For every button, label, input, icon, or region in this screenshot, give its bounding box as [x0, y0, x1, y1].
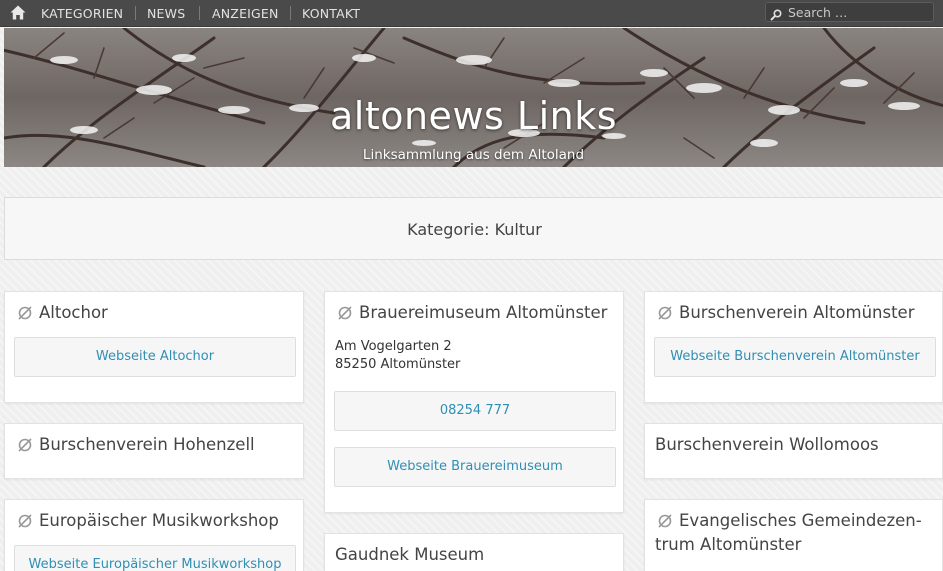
nav-separator [199, 6, 200, 20]
link-icon [337, 305, 353, 321]
card-title[interactable]: Burschenverein Hohenzell [39, 433, 255, 457]
nav-separator [290, 6, 291, 20]
card-title-line-2[interactable]: trum Altomünster [655, 533, 801, 557]
card-altochor: Altochor Webseite Altochor [4, 291, 304, 403]
card-gemeindezentrum: Evangelisches Gemeindezen- trum Altomüns… [644, 499, 943, 571]
card-brauereimuseum: Brauereimuseum Altomünster Am Vogelgarte… [324, 291, 624, 513]
link-icon [17, 437, 33, 453]
phone-button[interactable]: 08254 777 [334, 391, 616, 431]
link-icon [17, 513, 33, 529]
card-burschenverein-wollomoos: Burschenverein Wollomoos [644, 423, 943, 479]
link-icon [657, 305, 673, 321]
nav-item-anzeigen[interactable]: ANZEIGEN [212, 6, 279, 21]
category-header: Kategorie: Kultur [4, 197, 943, 260]
top-navigation-bar: KATEGORIEN NEWS ANZEIGEN KONTAKT [0, 0, 943, 27]
address-street: Am Vogelgarten 2 [335, 339, 452, 354]
card-title-line-1[interactable]: Evangelisches Gemeindezen- [679, 509, 922, 533]
website-button[interactable]: Webseite Europäischer Musikworkshop [14, 545, 296, 571]
header-banner: altonews Links Linksammlung aus dem Alto… [4, 28, 943, 167]
nav-item-news[interactable]: NEWS [147, 6, 185, 21]
card-title[interactable]: Europäischer Musikworkshop [39, 509, 279, 533]
page-title: Kategorie: Kultur [407, 220, 542, 239]
search-input[interactable] [788, 3, 928, 21]
nav-item-kontakt[interactable]: KONTAKT [302, 6, 360, 21]
card-title[interactable]: Gaudnek Museum [335, 543, 484, 567]
card-musikworkshop: Europäischer Musikworkshop Webseite Euro… [4, 499, 304, 571]
search-box [765, 2, 934, 22]
card-title[interactable]: Altochor [39, 301, 108, 325]
card-burschenverein-hohenzell: Burschenverein Hohenzell [4, 423, 304, 479]
website-button[interactable]: Webseite Brauereimuseum [334, 447, 616, 487]
site-title[interactable]: altonews Links [4, 94, 943, 138]
card-title[interactable]: Burschenverein Altomünster [679, 301, 915, 325]
link-icon [657, 513, 673, 529]
website-button[interactable]: Webseite Altochor [14, 337, 296, 377]
link-icon [17, 305, 33, 321]
nav-separator [135, 6, 136, 20]
address-city: 85250 Altomünster [335, 357, 461, 372]
home-icon[interactable] [10, 5, 28, 21]
card-gaudnek-museum: Gaudnek Museum [324, 533, 624, 571]
website-button[interactable]: Webseite Burschenverein Altomünster [654, 337, 936, 377]
search-icon[interactable] [770, 6, 782, 21]
card-title[interactable]: Burschenverein Wollomoos [655, 433, 879, 457]
nav-item-kategorien[interactable]: KATEGORIEN [41, 6, 123, 21]
card-title[interactable]: Brauereimuseum Altomünster [359, 301, 607, 325]
card-burschenverein-altomuenster: Burschenverein Altomünster Webseite Burs… [644, 291, 943, 403]
site-tagline: Linksammlung aus dem Altoland [362, 147, 585, 163]
